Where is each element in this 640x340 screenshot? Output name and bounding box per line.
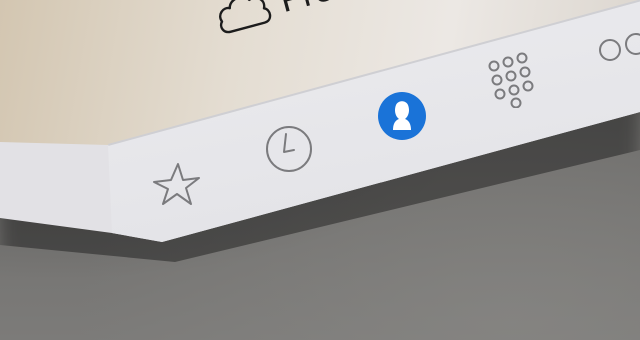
keypad-icon [484,52,540,108]
tab-voicemail[interactable] [596,28,640,68]
contacts-icon [376,90,428,142]
clock-icon [264,124,314,174]
voicemail-icon [596,28,640,68]
star-icon [151,160,201,210]
tab-contacts[interactable] [376,90,428,142]
tab-favorites[interactable] [151,160,201,210]
tab-recents[interactable] [264,124,314,174]
tab-keypad[interactable] [484,52,540,108]
